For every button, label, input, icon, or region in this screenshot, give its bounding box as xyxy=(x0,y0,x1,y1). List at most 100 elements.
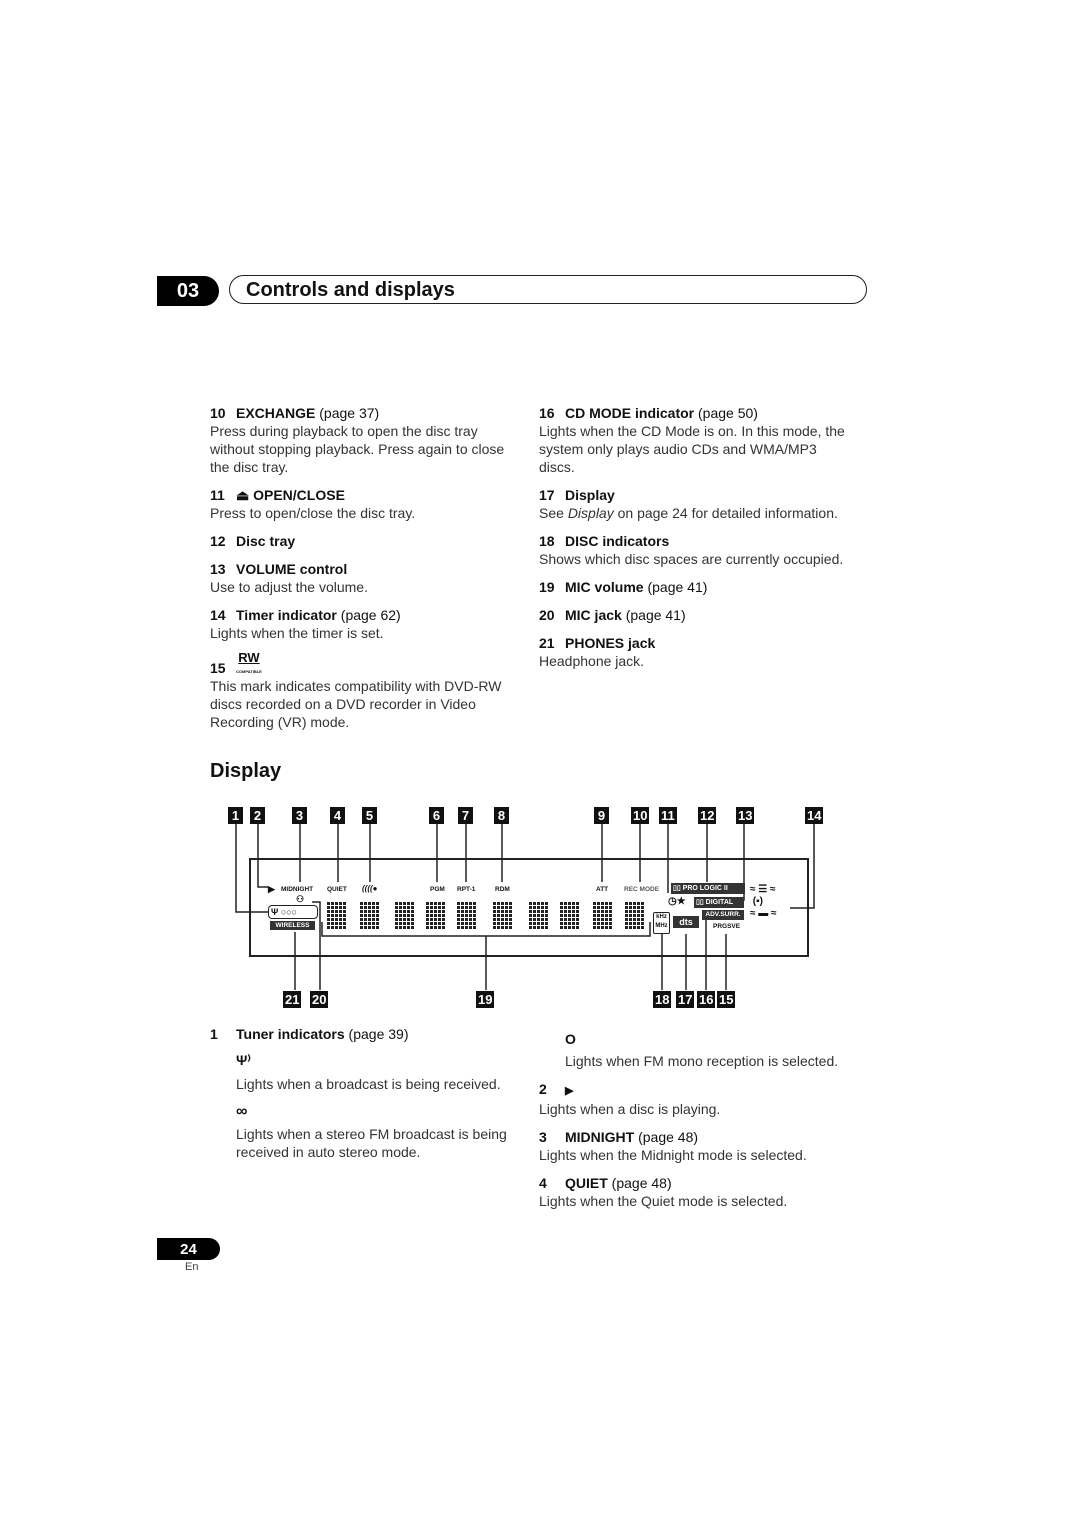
callout-17: 17 xyxy=(676,991,695,1008)
item-14: 14 Timer indicator (page 62) Lights when … xyxy=(210,606,510,642)
callout-2: 2 xyxy=(250,807,265,824)
item-10: 10 EXCHANGE (page 37) Press during playba… xyxy=(210,404,510,476)
item-desc: Lights when FM mono reception is selecte… xyxy=(565,1053,839,1069)
char-matrix xyxy=(624,901,644,929)
chapter-title: Controls and displays xyxy=(229,275,867,304)
callout-16: 16 xyxy=(697,991,716,1008)
char-matrix xyxy=(528,901,548,929)
tuner-indicator: Ψ ○○○ xyxy=(268,905,318,919)
callout-4: 4 xyxy=(330,807,345,824)
item-number: 13 xyxy=(210,561,226,577)
dolby-icon: ▯▯ xyxy=(696,899,704,906)
callout-3: 3 xyxy=(292,807,307,824)
item-label: MIC jack xyxy=(565,607,622,623)
callout-6: 6 xyxy=(429,807,444,824)
lcd-midnight: MIDNIGHT xyxy=(281,886,314,893)
item-18: 18 DISC indicators Shows which disc space… xyxy=(539,532,849,568)
page-ref: (page 50) xyxy=(698,405,758,421)
char-matrix xyxy=(592,901,612,929)
item-20: 20 MIC jack (page 41) xyxy=(539,606,849,624)
freq-unit-indicator: kHz MHz xyxy=(653,912,670,934)
item-label: CD MODE indicator xyxy=(565,405,695,421)
item-12: 12 Disc tray xyxy=(210,532,510,550)
callout-18: 18 xyxy=(653,991,672,1008)
item-11: 11 ⏏ OPEN/CLOSE Press to open/close the d… xyxy=(210,486,510,522)
char-matrix xyxy=(456,901,476,929)
item-desc: See Display on page 24 for detailed info… xyxy=(539,505,838,521)
item-desc: Lights when the timer is set. xyxy=(210,625,384,641)
dts-indicator: dts xyxy=(673,916,699,928)
cd-mode-icon: ((((● xyxy=(362,884,378,893)
item-number: 3 xyxy=(539,1129,547,1145)
lcd-rec-mode: REC MODE xyxy=(624,886,660,893)
item-16: 16 CD MODE indicator (page 50) Lights whe… xyxy=(539,404,849,476)
speaker-layout-icon: ≈ ☰ ≈ (▪) ≈ ▬ ≈ xyxy=(750,884,777,919)
stereo-mono-icon: ○○○ xyxy=(280,907,298,917)
item-label: Disc tray xyxy=(236,533,296,549)
adv-surr-indicator: ADV.SURR. xyxy=(702,910,744,920)
char-matrix xyxy=(394,901,414,929)
page-number: 24 xyxy=(157,1238,220,1260)
left-column: 10 EXCHANGE (page 37) Press during playba… xyxy=(210,404,510,741)
language-code: En xyxy=(185,1261,199,1273)
item-number: 11 xyxy=(210,487,225,503)
item-number: 1 xyxy=(210,1026,218,1042)
callout-15: 15 xyxy=(717,991,736,1008)
lcd-rdm: RDM xyxy=(495,886,510,893)
wireless-indicator: WIRELESS xyxy=(270,921,315,930)
callout-12: 12 xyxy=(698,807,717,824)
item-desc: Press to open/close the disc tray. xyxy=(210,505,416,521)
item-13: 13 VOLUME control Use to adjust the volum… xyxy=(210,560,510,596)
item-desc: This mark indicates compatibility with D… xyxy=(210,678,502,730)
digital-indicator: ▯▯ DIGITAL xyxy=(694,897,744,908)
stereo-icon: ∞ xyxy=(236,1103,248,1120)
page-ref: (page 39) xyxy=(348,1026,409,1042)
item-desc: Lights when a stereo FM broadcast is bei… xyxy=(236,1126,507,1160)
item-number: 21 xyxy=(539,635,555,651)
callout-13: 13 xyxy=(736,807,755,824)
callout-9: 9 xyxy=(594,807,609,824)
item-label: QUIET xyxy=(565,1175,608,1191)
item-19: 19 MIC volume (page 41) xyxy=(539,578,849,596)
item-number: 19 xyxy=(539,579,555,595)
page-ref: (page 62) xyxy=(340,607,401,623)
item-number: 10 xyxy=(210,405,226,421)
item-number: 14 xyxy=(210,607,226,623)
item-label: ⏏ OPEN/CLOSE xyxy=(236,487,345,503)
item-number: 17 xyxy=(539,487,555,503)
display-items-left: 1 Tuner indicators (page 39) Ψ⁾ Lights wh… xyxy=(210,1025,510,1161)
item-15: 15 RW COMPATIBLE This mark indicates compa… xyxy=(210,650,510,731)
item-label: Display xyxy=(565,487,615,503)
char-matrix xyxy=(425,901,445,929)
item-label: EXCHANGE xyxy=(236,405,316,421)
item-number: 4 xyxy=(539,1175,547,1191)
callout-19: 19 xyxy=(476,991,495,1008)
item-number: 20 xyxy=(539,607,555,623)
pro-logic-indicator: ▯▯ PRO LOGIC II xyxy=(671,883,745,894)
antenna-icon: Ψ xyxy=(271,907,279,917)
page-ref: (page 41) xyxy=(625,607,686,623)
dolby-icon: ▯▯ xyxy=(673,885,681,892)
item-desc: Lights when the Midnight mode is selecte… xyxy=(539,1147,807,1163)
callout-5: 5 xyxy=(362,807,377,824)
char-matrix xyxy=(492,901,512,929)
item-desc: Lights when the CD Mode is on. In this m… xyxy=(539,423,845,475)
rw-compatible-icon: RW COMPATIBLE xyxy=(236,650,262,674)
char-matrix xyxy=(359,901,379,929)
callout-20: 20 xyxy=(310,991,329,1008)
page-ref: (page 48) xyxy=(638,1129,699,1145)
item-17: 17 Display See Display on page 24 for det… xyxy=(539,486,849,522)
item-label: PHONES jack xyxy=(565,635,656,651)
callout-11: 11 xyxy=(659,807,677,824)
antenna-icon: Ψ⁾ xyxy=(236,1052,251,1068)
play-indicator-icon: ▶ xyxy=(268,884,275,894)
callout-10: 10 xyxy=(631,807,650,824)
disc-indicator-icon: ⚇ xyxy=(296,894,305,904)
callout-1: 1 xyxy=(228,807,243,824)
right-column: 16 CD MODE indicator (page 50) Lights whe… xyxy=(539,404,849,680)
item-desc: Shows which disc spaces are currently oc… xyxy=(539,551,844,567)
item-label: VOLUME control xyxy=(236,561,348,577)
item-desc: Lights when a broadcast is being receive… xyxy=(236,1076,501,1092)
chapter-number: 03 xyxy=(157,276,219,306)
callout-8: 8 xyxy=(494,807,509,824)
